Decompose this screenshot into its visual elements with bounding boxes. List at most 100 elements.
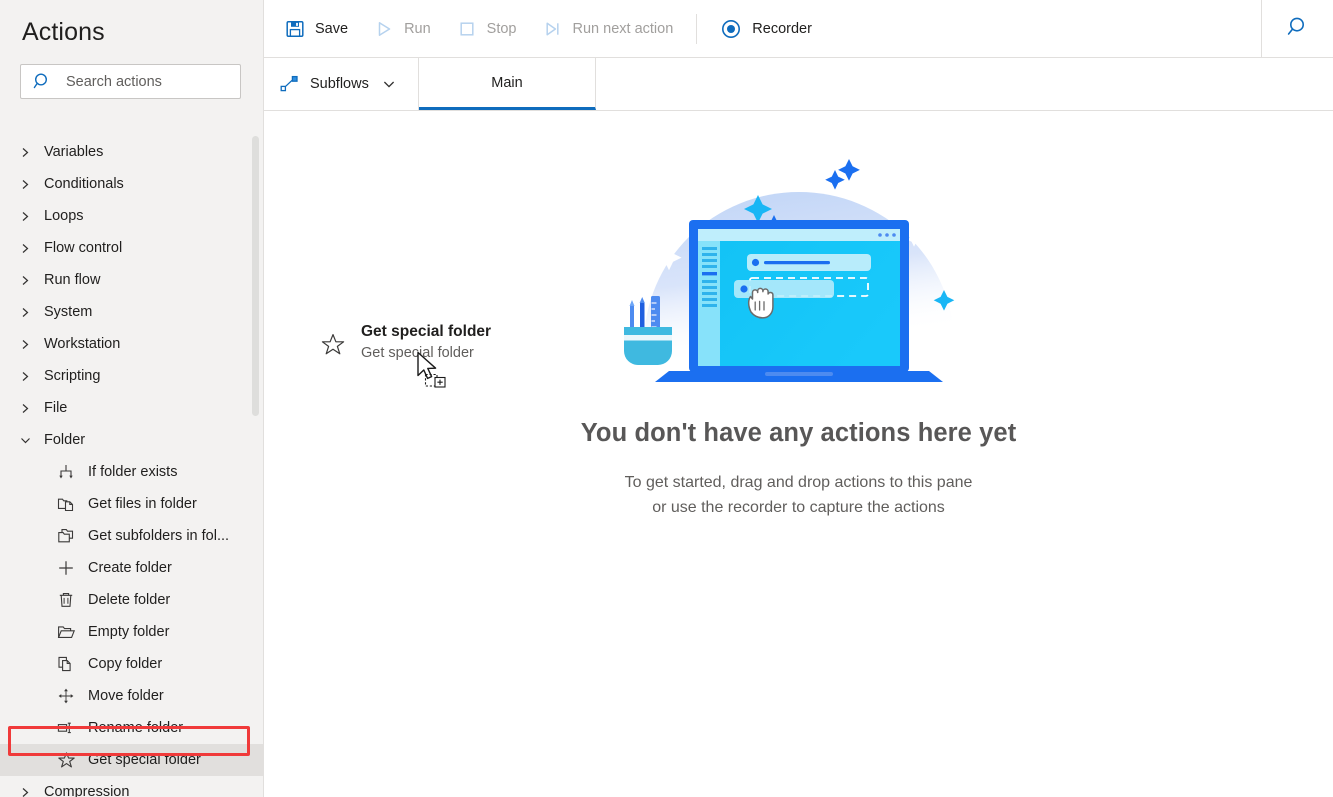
sidebar-group-variables[interactable]: Variables [0,136,264,168]
flow-tab-bar: Subflows Main [264,58,1333,111]
run-button-label: Run [404,20,431,37]
action-label: Empty folder [88,624,170,640]
get-files-in-folder-icon [54,494,78,514]
tab-main[interactable]: Main [419,58,596,110]
sidebar-group-loops[interactable]: Loops [0,200,264,232]
sidebar-group-label: Folder [44,432,86,448]
sidebar-group-label: Compression [44,784,130,797]
run-next-action-button[interactable]: Run next action [530,0,687,58]
action-move-folder[interactable]: Move folder [0,680,264,712]
sidebar-group-file[interactable]: File [0,392,264,424]
step-over-icon [543,19,563,39]
chevron-right-icon [20,339,42,350]
action-delete-folder[interactable]: Delete folder [0,584,264,616]
subflows-dropdown[interactable]: Subflows [264,58,419,110]
action-get-special-folder[interactable]: Get special folder [0,744,264,776]
actions-tree: Variables Conditionals Loops Flow contro… [0,136,264,797]
save-button-label: Save [315,20,349,37]
empty-state: You don't have any actions here yet To g… [264,111,1333,520]
action-rename-folder[interactable]: Rename folder [0,712,264,744]
empty-state-title: You don't have any actions here yet [580,419,1017,447]
toolbar-search-button[interactable] [1261,0,1333,58]
star-icon [54,750,78,770]
action-if-folder-exists[interactable]: If folder exists [0,456,264,488]
rename-icon [54,718,78,738]
chevron-right-icon [20,179,42,190]
sidebar-group-label: System [44,304,93,320]
sidebar-group-label: Conditionals [44,176,124,192]
action-get-files-in-folder[interactable]: Get files in folder [0,488,264,520]
sidebar-group-label: Scripting [44,368,101,384]
search-actions-box[interactable] [20,64,241,99]
search-icon [1286,15,1310,44]
run-next-action-label: Run next action [572,20,674,37]
search-input[interactable] [66,65,216,98]
if-folder-exists-icon [54,462,78,482]
sidebar-scrollbar-thumb[interactable] [252,136,259,416]
sidebar-group-system[interactable]: System [0,296,264,328]
copy-icon [54,654,78,674]
subflows-label: Subflows [310,76,369,92]
action-label: Delete folder [88,592,171,608]
chevron-right-icon [20,307,42,318]
move-arrows-icon [54,686,78,706]
subflow-graph-icon [280,75,300,93]
page-title: Actions [22,18,105,46]
action-create-folder[interactable]: Create folder [0,552,264,584]
sidebar-group-compression[interactable]: Compression [0,776,264,797]
laptop-drag-drop-illustration [599,114,999,409]
chevron-right-icon [20,275,42,286]
sidebar-group-label: Flow control [44,240,123,256]
action-copy-folder[interactable]: Copy folder [0,648,264,680]
sidebar-group-workstation[interactable]: Workstation [0,328,264,360]
stop-button[interactable]: Stop [444,0,530,58]
action-label: If folder exists [88,464,178,480]
action-empty-folder[interactable]: Empty folder [0,616,264,648]
sidebar-group-conditionals[interactable]: Conditionals [0,168,264,200]
run-button[interactable]: Run [361,0,444,58]
plus-icon [54,558,78,578]
empty-state-line-2: or use the recorder to capture the actio… [652,499,945,516]
sidebar-group-label: Run flow [44,272,101,288]
chevron-down-icon [20,435,42,446]
sidebar-group-flow-control[interactable]: Flow control [0,232,264,264]
sidebar-group-label: Workstation [44,336,121,352]
get-subfolders-icon [54,526,78,546]
action-label: Move folder [88,688,164,704]
recorder-button[interactable]: Recorder [707,0,825,58]
chevron-right-icon [20,147,42,158]
recorder-icon [720,18,742,40]
sidebar-group-folder[interactable]: Folder [0,424,264,456]
stop-button-label: Stop [486,20,517,37]
empty-state-line-1: To get started, drag and drop actions to… [624,474,973,491]
actions-sidebar: Actions Variables [0,0,264,797]
power-automate-desktop-window: Actions Variables [0,0,1333,797]
star-icon [320,332,346,363]
empty-state-subtitle: To get started, drag and drop actions to… [625,470,973,520]
sidebar-group-scripting[interactable]: Scripting [0,360,264,392]
action-label: Create folder [88,560,172,576]
tab-main-label: Main [491,74,523,91]
sidebar-group-label: File [44,400,68,416]
chevron-right-icon [20,403,42,414]
chevron-right-icon [20,211,42,222]
action-label: Get special folder [88,752,201,768]
action-get-subfolders-in-folder[interactable]: Get subfolders in fol... [0,520,264,552]
drag-ghost-item: Get special folder Get special folder [320,323,491,363]
chevron-right-icon [20,787,42,797]
action-label: Get subfolders in fol... [88,528,230,544]
actions-canvas[interactable]: You don't have any actions here yet To g… [264,111,1333,797]
open-folder-icon [54,622,78,642]
flow-designer-pane: Save Run Stop Run next action Recorder S… [264,0,1333,797]
save-button[interactable]: Save [272,0,361,58]
action-label: Get files in folder [88,496,197,512]
main-toolbar: Save Run Stop Run next action Recorder [264,0,1333,58]
sidebar-group-label: Variables [44,144,104,160]
stop-icon [457,19,477,39]
play-icon [374,19,394,39]
search-icon [33,72,52,91]
sidebar-group-label: Loops [44,208,84,224]
chevron-right-icon [20,243,42,254]
sidebar-group-run-flow[interactable]: Run flow [0,264,264,296]
action-label: Copy folder [88,656,163,672]
